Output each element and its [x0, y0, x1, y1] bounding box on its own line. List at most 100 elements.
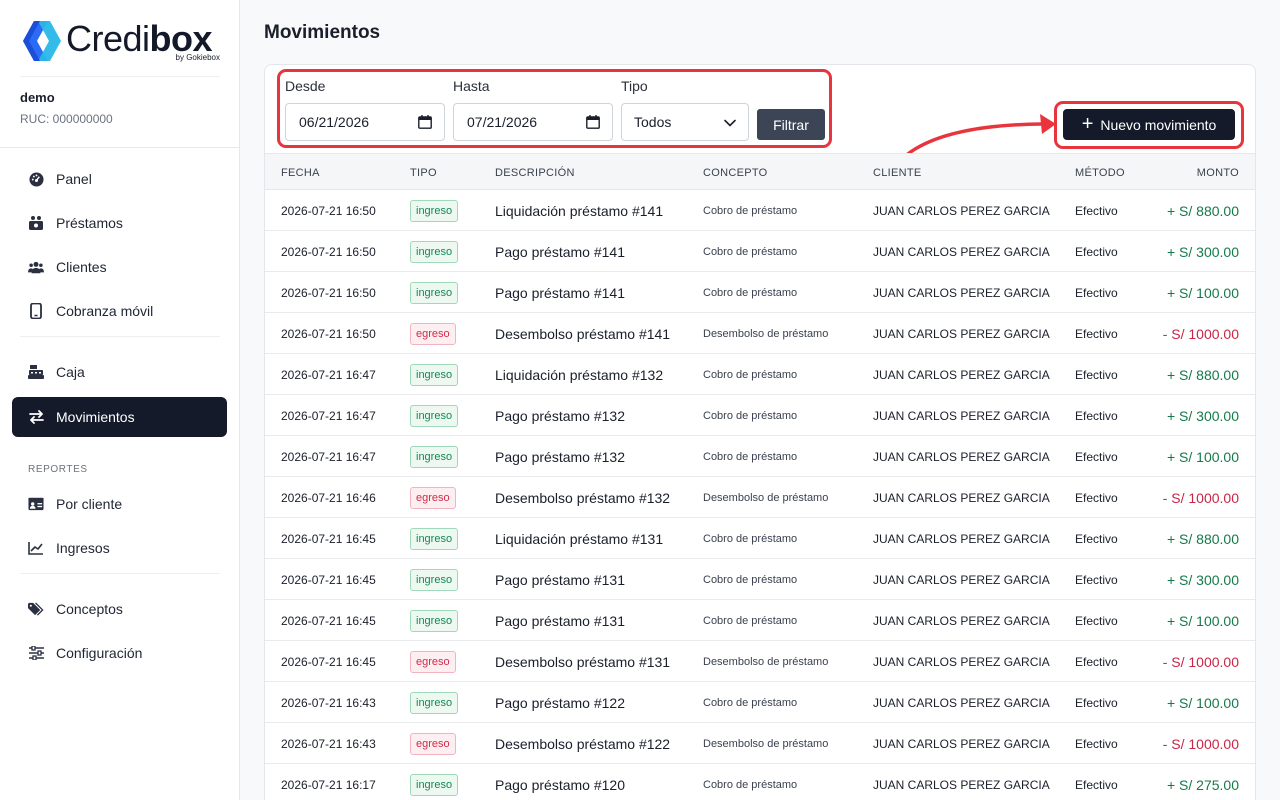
- calendar-icon[interactable]: [586, 115, 600, 129]
- row-tipo: ingreso: [410, 395, 459, 436]
- tipo-badge: ingreso: [410, 568, 459, 591]
- row-cliente: JUAN CARLOS PEREZ GARCIA: [873, 613, 1050, 628]
- row-metodo: Efectivo: [1075, 695, 1118, 710]
- sidebar-item-configuracion[interactable]: Configuración: [12, 633, 227, 673]
- row-cliente: JUAN CARLOS PEREZ GARCIA: [873, 367, 1050, 382]
- column-header-cliente[interactable]: CLIENTE: [873, 154, 922, 191]
- sidebar-item-label: Configuración: [56, 645, 143, 661]
- sidebar-item-clientes[interactable]: Clientes: [12, 247, 227, 287]
- row-fecha: 2026-07-21 16:17: [281, 777, 376, 792]
- row-monto: - S/ 1000.00: [1162, 325, 1239, 342]
- table-row[interactable]: 2026-07-21 16:50 ingreso Pago préstamo #…: [265, 231, 1255, 272]
- column-header-monto[interactable]: MONTO: [1197, 154, 1239, 191]
- row-monto: + S/ 880.00: [1166, 530, 1239, 547]
- row-cliente: JUAN CARLOS PEREZ GARCIA: [873, 203, 1050, 218]
- column-header-tipo[interactable]: TIPO: [410, 154, 437, 191]
- row-tipo: ingreso: [410, 354, 459, 395]
- tipo-badge: egreso: [410, 732, 456, 755]
- row-concepto: Desembolso de préstamo: [703, 491, 829, 504]
- row-cliente: JUAN CARLOS PEREZ GARCIA: [873, 490, 1050, 505]
- dashboard-gauge-icon: [28, 171, 44, 187]
- table-row[interactable]: 2026-07-21 16:45 egreso Desembolso prést…: [265, 641, 1255, 682]
- sidebar-item-panel[interactable]: Panel: [12, 159, 227, 199]
- row-monto: + S/ 300.00: [1166, 243, 1239, 260]
- sidebar-item-cobranza-movil[interactable]: Cobranza móvil: [12, 291, 227, 331]
- row-metodo: Efectivo: [1075, 244, 1118, 259]
- row-descripcion: Desembolso préstamo #122: [495, 735, 671, 752]
- calendar-icon[interactable]: [418, 115, 432, 129]
- row-cliente: JUAN CARLOS PEREZ GARCIA: [873, 736, 1050, 751]
- divider: [20, 573, 220, 574]
- tipo-badge: egreso: [410, 322, 456, 345]
- row-tipo: ingreso: [410, 559, 459, 600]
- table-row[interactable]: 2026-07-21 16:50 ingreso Liquidación pré…: [265, 190, 1255, 231]
- tipo-badge: ingreso: [410, 281, 459, 304]
- row-fecha: 2026-07-21 16:47: [281, 449, 376, 464]
- column-header-concepto[interactable]: CONCEPTO: [703, 154, 768, 191]
- row-fecha: 2026-07-21 16:50: [281, 203, 376, 218]
- table-row[interactable]: 2026-07-21 16:47 ingreso Pago préstamo #…: [265, 436, 1255, 477]
- table-row[interactable]: 2026-07-21 16:50 ingreso Pago préstamo #…: [265, 272, 1255, 313]
- row-cliente: JUAN CARLOS PEREZ GARCIA: [873, 408, 1050, 423]
- sidebar-item-prestamos[interactable]: Préstamos: [12, 203, 227, 243]
- row-cliente: JUAN CARLOS PEREZ GARCIA: [873, 695, 1050, 710]
- row-cliente: JUAN CARLOS PEREZ GARCIA: [873, 449, 1050, 464]
- table-row[interactable]: 2026-07-21 16:46 egreso Desembolso prést…: [265, 477, 1255, 518]
- sidebar-item-conceptos[interactable]: Conceptos: [12, 589, 227, 629]
- table-row[interactable]: 2026-07-21 16:45 ingreso Pago préstamo #…: [265, 559, 1255, 600]
- hasta-value: 07/21/2026: [467, 114, 538, 130]
- sidebar-item-por-cliente[interactable]: Por cliente: [12, 484, 227, 524]
- row-metodo: Efectivo: [1075, 654, 1118, 669]
- column-header-metodo[interactable]: MÉTODO: [1075, 154, 1125, 191]
- filtrar-button[interactable]: Filtrar: [757, 109, 825, 140]
- row-cliente: JUAN CARLOS PEREZ GARCIA: [873, 244, 1050, 259]
- sidebar-item-ingresos[interactable]: Ingresos: [12, 528, 227, 568]
- sidebar-item-label: Por cliente: [56, 496, 123, 512]
- table-row[interactable]: 2026-07-21 16:43 egreso Desembolso prést…: [265, 723, 1255, 764]
- tipo-badge: egreso: [410, 486, 456, 509]
- table-row[interactable]: 2026-07-21 16:43 ingreso Pago préstamo #…: [265, 682, 1255, 723]
- row-descripcion: Pago préstamo #132: [495, 407, 625, 424]
- sidebar-item-label: Clientes: [56, 259, 107, 275]
- row-concepto: Desembolso de préstamo: [703, 327, 829, 340]
- table-row[interactable]: 2026-07-21 16:45 ingreso Liquidación pré…: [265, 518, 1255, 559]
- nuevo-movimiento-button[interactable]: + Nuevo movimiento: [1063, 109, 1235, 140]
- row-fecha: 2026-07-21 16:47: [281, 367, 376, 382]
- row-metodo: Efectivo: [1075, 777, 1118, 792]
- row-concepto: Cobro de préstamo: [703, 450, 798, 463]
- hasta-label: Hasta: [453, 78, 490, 94]
- row-tipo: egreso: [410, 723, 456, 764]
- tipo-badge: egreso: [410, 650, 456, 673]
- row-tipo: egreso: [410, 477, 456, 518]
- sidebar-item-movimientos[interactable]: Movimientos: [12, 397, 227, 437]
- row-concepto: Cobro de préstamo: [703, 573, 798, 586]
- row-descripcion: Pago préstamo #132: [495, 448, 625, 465]
- table-row[interactable]: 2026-07-21 16:45 ingreso Pago préstamo #…: [265, 600, 1255, 641]
- money-hand-icon: [28, 215, 44, 231]
- table-row[interactable]: 2026-07-21 16:47 ingreso Liquidación pré…: [265, 354, 1255, 395]
- table-row[interactable]: 2026-07-21 16:50 egreso Desembolso prést…: [265, 313, 1255, 354]
- row-descripcion: Pago préstamo #120: [495, 776, 625, 793]
- users-icon: [28, 259, 44, 275]
- row-monto: + S/ 100.00: [1166, 612, 1239, 629]
- table-row[interactable]: 2026-07-21 16:17 ingreso Pago préstamo #…: [265, 764, 1255, 800]
- column-header-fecha[interactable]: FECHA: [281, 154, 320, 191]
- desde-date-input[interactable]: 06/21/2026: [285, 103, 445, 141]
- row-metodo: Efectivo: [1075, 203, 1118, 218]
- table-row[interactable]: 2026-07-21 16:47 ingreso Pago préstamo #…: [265, 395, 1255, 436]
- tipo-badge: ingreso: [410, 404, 459, 427]
- sidebar-item-label: Cobranza móvil: [56, 303, 154, 319]
- tipo-select[interactable]: Todos: [621, 103, 749, 141]
- sidebar-item-caja[interactable]: Caja: [12, 352, 227, 392]
- row-metodo: Efectivo: [1075, 367, 1118, 382]
- row-descripcion: Pago préstamo #141: [495, 284, 625, 301]
- desde-value: 06/21/2026: [299, 114, 370, 130]
- sidebar-item-label: Ingresos: [56, 540, 110, 556]
- row-tipo: ingreso: [410, 518, 459, 559]
- tags-icon: [28, 601, 44, 617]
- column-header-descripcion[interactable]: DESCRIPCIÓN: [495, 154, 575, 191]
- row-descripcion: Desembolso préstamo #132: [495, 489, 671, 506]
- row-concepto: Cobro de préstamo: [703, 286, 798, 299]
- credibox-logo[interactable]: Credibox by Gokiebox: [20, 19, 224, 64]
- hasta-date-input[interactable]: 07/21/2026: [453, 103, 613, 141]
